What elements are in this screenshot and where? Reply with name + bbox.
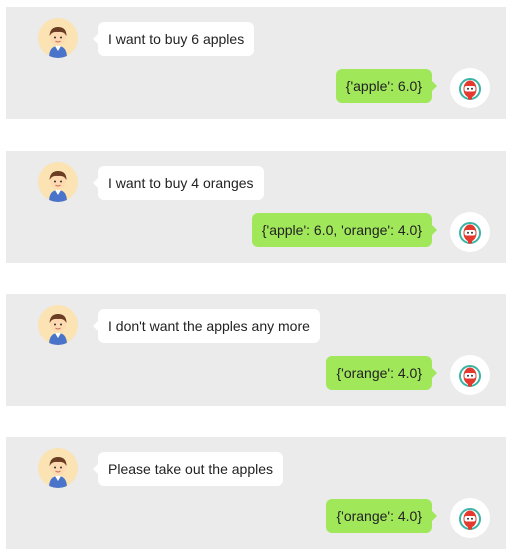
chat-exchange: I don't want the apples any more {'orang… xyxy=(6,294,506,406)
bot-avatar-icon xyxy=(450,498,490,538)
user-message: I want to buy 6 apples xyxy=(92,22,255,56)
bot-avatar-icon xyxy=(450,68,490,108)
bot-avatar-icon xyxy=(450,212,490,252)
chat-exchange: I want to buy 4 oranges {'apple': 6.0, '… xyxy=(6,151,506,263)
bot-reply: {'apple': 6.0, 'orange': 4.0} xyxy=(251,213,438,247)
bot-reply: {'apple': 6.0} xyxy=(335,69,438,103)
user-avatar-icon xyxy=(38,305,78,345)
chat-exchange: Please take out the apples {'orange': 4.… xyxy=(6,437,506,549)
user-message: Please take out the apples xyxy=(92,452,284,486)
bot-avatar-icon xyxy=(450,355,490,395)
bot-reply: {'orange': 4.0} xyxy=(326,499,437,533)
user-avatar-icon xyxy=(38,18,78,58)
chat-exchange: I want to buy 6 apples {'apple': 6.0} xyxy=(6,7,506,119)
user-message: I don't want the apples any more xyxy=(93,309,320,343)
user-message: I want to buy 4 oranges xyxy=(93,166,264,200)
user-avatar-icon xyxy=(38,448,78,488)
user-avatar-icon xyxy=(38,162,78,202)
bot-reply: {'orange': 4.0} xyxy=(326,356,437,390)
